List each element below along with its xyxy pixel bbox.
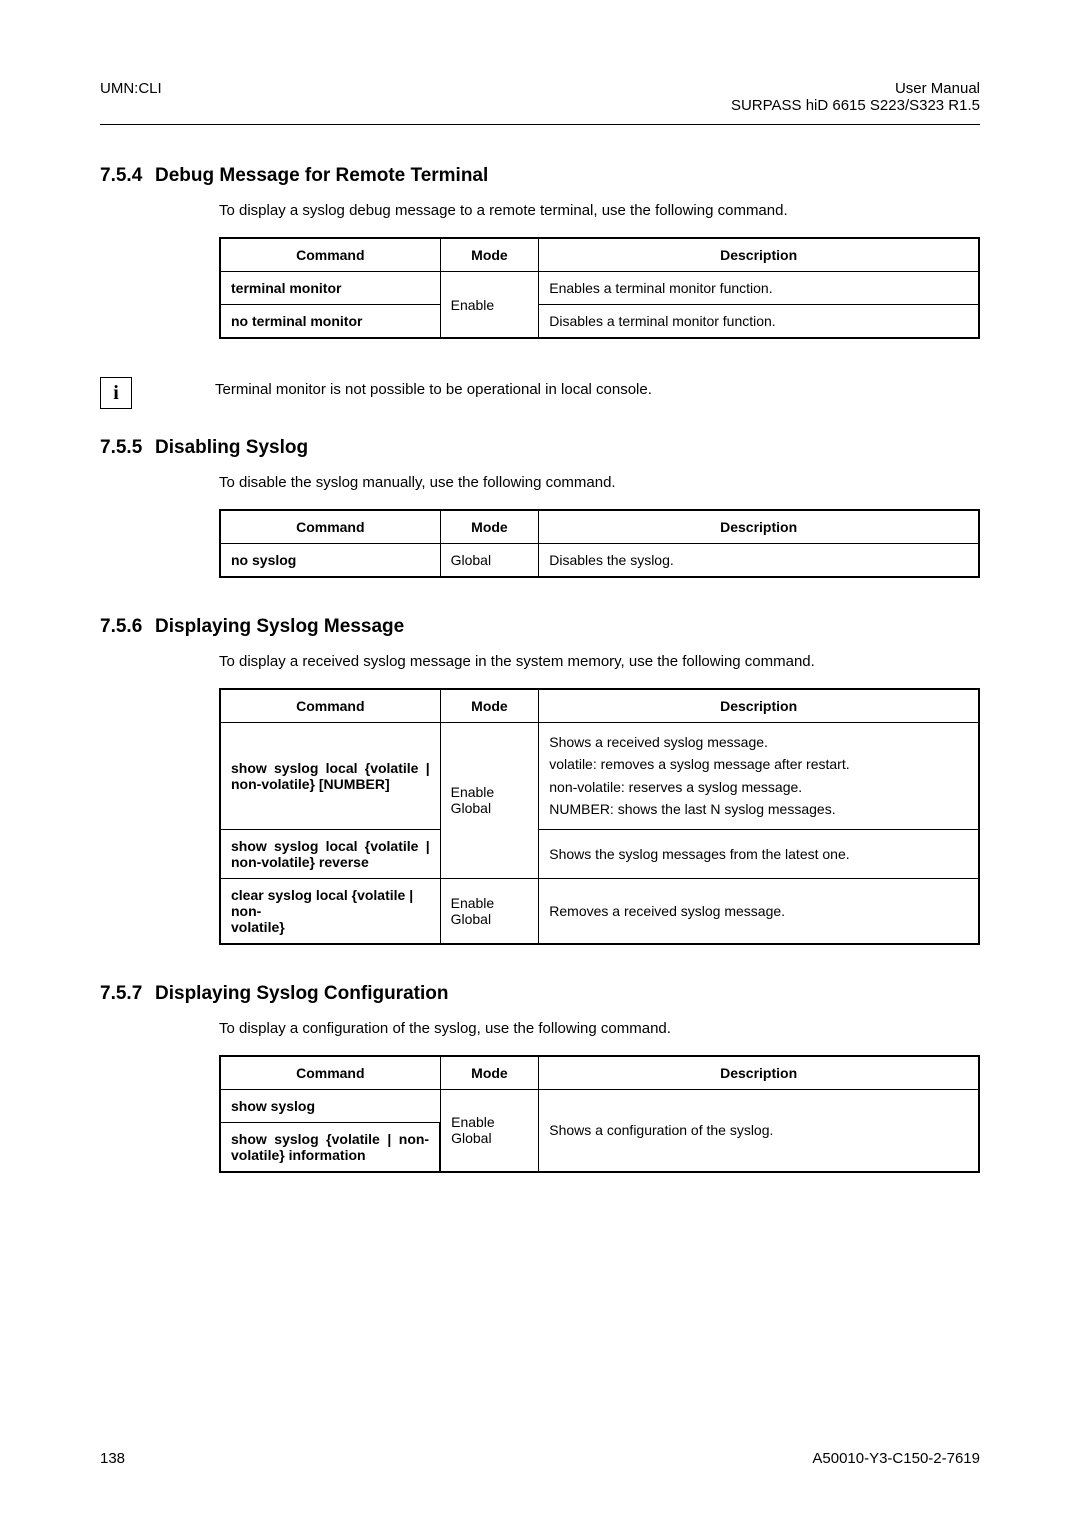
- table-row: clear syslog local {volatile | non- vola…: [220, 878, 979, 944]
- section-num: 7.5.4: [100, 165, 155, 187]
- cell-mode: Enable: [440, 272, 539, 339]
- mode-line: Global: [451, 1130, 528, 1146]
- section-heading-754: 7.5.4Debug Message for Remote Terminal: [100, 165, 980, 187]
- th-description: Description: [539, 510, 979, 544]
- page-header: UMN:CLI User Manual SURPASS hiD 6615 S22…: [100, 80, 980, 125]
- section-heading-756: 7.5.6Displaying Syslog Message: [100, 616, 980, 638]
- desc-line: non-volatile: reserves a syslog message.: [549, 776, 968, 798]
- section-title: Debug Message for Remote Terminal: [155, 165, 488, 186]
- section-intro: To display a configuration of the syslog…: [155, 1020, 980, 1037]
- cell-command: no terminal monitor: [220, 305, 440, 339]
- section-title: Displaying Syslog Configuration: [155, 983, 448, 1004]
- section-intro: To display a received syslog message in …: [155, 653, 980, 670]
- cell-mode: Enable Global: [440, 1089, 539, 1172]
- table-row: show syslog local {volatile | non-volati…: [220, 829, 979, 878]
- cell-description: Disables the syslog.: [539, 544, 979, 578]
- table-755: Command Mode Description no syslog Globa…: [219, 509, 980, 578]
- header-right-line1: User Manual: [731, 80, 980, 97]
- document-page: UMN:CLI User Manual SURPASS hiD 6615 S22…: [0, 0, 1080, 1527]
- table-row: no terminal monitor Disables a terminal …: [220, 305, 979, 339]
- header-right-line2: SURPASS hiD 6615 S223/S323 R1.5: [731, 97, 980, 114]
- table-header-row: Command Mode Description: [220, 238, 979, 272]
- section-intro: To disable the syslog manually, use the …: [155, 474, 980, 491]
- table-757: Command Mode Description show syslog Ena…: [219, 1055, 980, 1173]
- mode-line: Enable: [451, 895, 529, 911]
- section-755: 7.5.5Disabling Syslog To disable the sys…: [100, 437, 980, 578]
- mode-line: Enable: [451, 784, 529, 800]
- cmd-line: non-volatile} [NUMBER]: [231, 776, 430, 792]
- table-header-row: Command Mode Description: [220, 689, 979, 723]
- cell-description: Removes a received syslog message.: [539, 878, 979, 944]
- cell-mode: Global: [440, 544, 539, 578]
- document-id: A50010-Y3-C150-2-7619: [812, 1450, 980, 1467]
- cell-mode: Enable Global: [440, 723, 539, 879]
- th-description: Description: [539, 238, 979, 272]
- section-heading-757: 7.5.7Displaying Syslog Configuration: [100, 983, 980, 1005]
- section-757: 7.5.7Displaying Syslog Configuration To …: [100, 983, 980, 1173]
- info-note: i Terminal monitor is not possible to be…: [100, 377, 980, 409]
- cmd-line: volatile} information: [231, 1147, 429, 1163]
- page-footer: 138 A50010-Y3-C150-2-7619: [100, 1450, 980, 1467]
- cmd-line: show syslog local {volatile |: [231, 760, 430, 776]
- table-row: show syslog Enable Global Shows a config…: [220, 1089, 979, 1122]
- cell-command: terminal monitor: [220, 272, 440, 305]
- desc-line: Shows a received syslog message.: [549, 731, 968, 753]
- desc-line: volatile: removes a syslog message after…: [549, 753, 968, 775]
- cmd-line: clear syslog local {volatile | non-: [231, 887, 430, 919]
- cell-command: show syslog: [220, 1089, 440, 1122]
- cell-command: show syslog local {volatile | non-volati…: [220, 723, 440, 830]
- section-intro: To display a syslog debug message to a r…: [155, 202, 980, 219]
- th-description: Description: [539, 1056, 979, 1090]
- cell-command: show syslog {volatile | non- volatile} i…: [220, 1122, 440, 1172]
- mode-line: Enable: [451, 1114, 528, 1130]
- section-num: 7.5.6: [100, 616, 155, 638]
- cell-command: show syslog local {volatile | non-volati…: [220, 829, 440, 878]
- th-command: Command: [220, 1056, 440, 1090]
- table-row: show syslog local {volatile | non-volati…: [220, 723, 979, 830]
- th-mode: Mode: [440, 238, 539, 272]
- table-row: terminal monitor Enable Enables a termin…: [220, 272, 979, 305]
- th-mode: Mode: [440, 1056, 539, 1090]
- cmd-line: show syslog {volatile | non-: [231, 1131, 429, 1147]
- cmd-line: show syslog local {volatile |: [231, 838, 430, 854]
- th-command: Command: [220, 510, 440, 544]
- th-description: Description: [539, 689, 979, 723]
- cell-description: Shows the syslog messages from the lates…: [539, 829, 979, 878]
- th-command: Command: [220, 238, 440, 272]
- cmd-line: volatile}: [231, 919, 430, 935]
- cell-description: Shows a received syslog message. volatil…: [539, 723, 979, 830]
- table-header-row: Command Mode Description: [220, 1056, 979, 1090]
- info-text: Terminal monitor is not possible to be o…: [160, 377, 652, 398]
- table-756: Command Mode Description show syslog loc…: [219, 688, 980, 945]
- table-header-row: Command Mode Description: [220, 510, 979, 544]
- table-754: Command Mode Description terminal monito…: [219, 237, 980, 339]
- section-title: Disabling Syslog: [155, 437, 308, 458]
- mode-line: Global: [451, 911, 529, 927]
- page-number: 138: [100, 1450, 125, 1467]
- info-icon: i: [100, 377, 132, 409]
- header-right: User Manual SURPASS hiD 6615 S223/S323 R…: [731, 80, 980, 114]
- section-num: 7.5.7: [100, 983, 155, 1005]
- cell-command: clear syslog local {volatile | non- vola…: [220, 878, 440, 944]
- cell-command: no syslog: [220, 544, 440, 578]
- th-command: Command: [220, 689, 440, 723]
- desc-line: NUMBER: shows the last N syslog messages…: [549, 798, 968, 820]
- section-756: 7.5.6Displaying Syslog Message To displa…: [100, 616, 980, 945]
- section-title: Displaying Syslog Message: [155, 616, 404, 637]
- section-754: 7.5.4Debug Message for Remote Terminal T…: [100, 165, 980, 339]
- mode-line: Global: [451, 800, 529, 816]
- th-mode: Mode: [440, 510, 539, 544]
- section-heading-755: 7.5.5Disabling Syslog: [100, 437, 980, 459]
- table-row: no syslog Global Disables the syslog.: [220, 544, 979, 578]
- cell-description: Shows a configuration of the syslog.: [539, 1089, 979, 1172]
- cell-description: Enables a terminal monitor function.: [539, 272, 979, 305]
- section-num: 7.5.5: [100, 437, 155, 459]
- header-left: UMN:CLI: [100, 80, 162, 114]
- cmd-line: non-volatile} reverse: [231, 854, 430, 870]
- th-mode: Mode: [440, 689, 539, 723]
- cell-description: Disables a terminal monitor function.: [539, 305, 979, 339]
- cell-mode: Enable Global: [440, 878, 539, 944]
